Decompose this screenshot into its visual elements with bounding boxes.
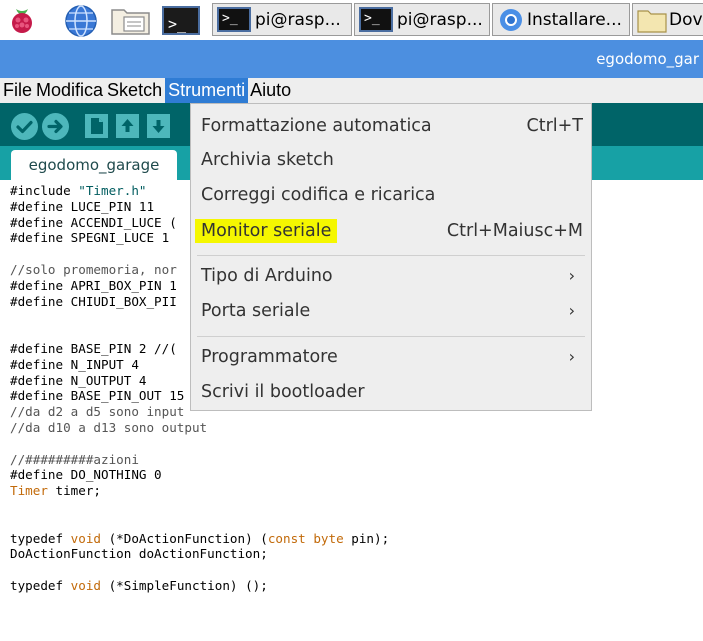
window-title: egodomo_gar [596,50,699,68]
svg-text:>_: >_ [168,15,187,33]
terminal-icon: >_ [217,7,251,32]
code-line: DoActionFunction doActionFunction; [10,546,268,562]
menu-item-tipo-di-arduino[interactable]: Tipo di Arduino › [201,259,583,293]
menu-item-label: Programmatore [201,347,338,367]
open-icon [121,119,134,132]
save-icon [152,120,165,133]
code-line: ​ [10,515,389,531]
submenu-arrow-icon: › [568,347,575,366]
terminal-icon: >_ [359,7,393,32]
task-label: Installare... [527,9,622,30]
menu-file[interactable]: File [0,78,35,103]
menu-strumenti[interactable]: Strumenti [165,78,249,103]
code-line: ​ [10,499,389,515]
menu-separator [197,336,585,337]
save-button[interactable] [147,114,170,138]
menu-item-archivia-sketch[interactable]: Archivia sketch [201,143,583,177]
file-manager-icon[interactable] [110,4,152,36]
taskbar: >_ >_ pi@rasp... >_ pi@rasp... Installar… [0,0,703,40]
code-line: ​ [10,562,389,578]
menu-sketch[interactable]: Sketch [106,78,165,103]
code-line: //da d10 a d13 sono output [10,419,208,435]
taskbar-task-chromium[interactable]: Installare... [492,3,630,36]
strumenti-dropdown-menu: Formattazione automatica Ctrl+T Archivia… [190,103,592,411]
shortcut-label: Ctrl+T [526,116,584,136]
menu-item-programmatore[interactable]: Programmatore › [201,340,583,374]
menu-item-scrivi-bootloader[interactable]: Scrivi il bootloader [201,375,583,409]
taskbar-task-terminal-1[interactable]: >_ pi@rasp... [212,3,352,36]
new-icon [91,118,103,134]
upload-icon [47,119,63,134]
verify-icon [16,120,33,134]
menu-item-formattazione-automatica[interactable]: Formattazione automatica Ctrl+T [201,109,583,143]
menu-item-label: Formattazione automatica [201,116,432,136]
raspberry-menu-icon[interactable] [6,4,38,36]
taskbar-task-terminal-2[interactable]: >_ pi@rasp... [354,3,490,36]
submenu-arrow-icon: › [568,266,575,285]
code-line: ​ [10,436,389,452]
globe-icon[interactable] [64,4,98,37]
menu-aiuto[interactable]: Aiuto [248,78,294,103]
open-button[interactable] [116,114,139,138]
code-line: //#########azioni [10,451,139,467]
code-line: #define DO_NOTHING 0 [10,467,162,483]
code-line: Timer timer; [10,483,101,499]
tab-egodomo-garage[interactable]: egodomo_garage [11,150,177,180]
menu-item-label-highlighted: Monitor seriale [195,219,338,243]
code-line: typedef void (*SimpleFunction) (); [10,577,268,593]
menu-item-label: Archivia sketch [201,150,334,170]
terminal-icon[interactable]: >_ [162,4,200,36]
menu-item-label: Porta seriale [201,301,311,321]
chromium-icon [499,8,523,32]
shortcut-label: Ctrl+Maiusc+M [446,221,583,241]
window-titlebar[interactable]: egodomo_gar [0,40,703,78]
code-line: typedef void (*DoActionFunction) (const … [10,530,390,546]
menu-item-label: Scrivi il bootloader [201,382,365,402]
submenu-arrow-icon: › [568,301,575,320]
menu-modifica[interactable]: Modifica [35,78,106,103]
upload-button[interactable] [42,113,69,140]
task-label: pi@rasp... [255,9,341,30]
menu-item-monitor-seriale[interactable]: Monitor seriale Ctrl+Maiusc+M [195,214,583,248]
menu-separator [197,255,585,256]
taskbar-task-folder[interactable]: Dov [632,3,703,36]
menubar: File Modifica Sketch Strumenti Aiuto [0,78,703,103]
task-label: pi@rasp... [397,9,483,30]
menu-item-label: Correggi codifica e ricarica [201,185,436,205]
menu-item-correggi-codifica[interactable]: Correggi codifica e ricarica [201,178,583,212]
menu-item-porta-seriale[interactable]: Porta seriale › [201,294,583,328]
task-label: Dov [669,9,703,30]
folder-icon [637,7,667,33]
new-button[interactable] [85,114,108,138]
menu-item-label: Tipo di Arduino [201,266,333,286]
verify-button[interactable] [11,113,38,140]
